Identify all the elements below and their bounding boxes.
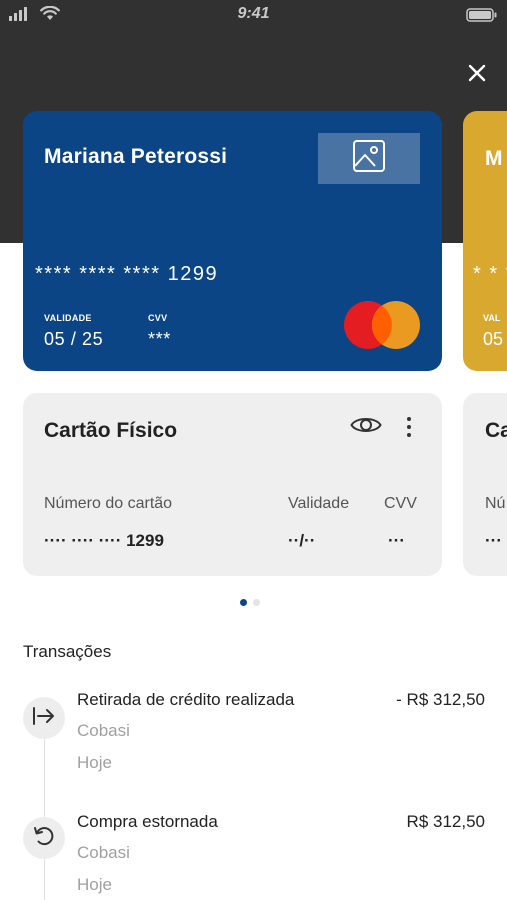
timeline-line	[44, 720, 45, 900]
card-validity-value: 05 / 25	[44, 329, 104, 349]
transaction-amount: - R$ 312,50	[396, 690, 485, 709]
carousel-pagination	[240, 599, 260, 606]
next-panel-title-fragment: Ca	[485, 419, 507, 442]
transaction-merchant: Cobasi	[77, 721, 130, 740]
card-number-value: ···· ···· ···· 1299	[44, 531, 164, 550]
card-cvv-label: CVV	[148, 313, 168, 323]
transaction-merchant: Cobasi	[77, 843, 130, 862]
eye-icon	[350, 414, 382, 441]
transactions-title: Transações	[23, 642, 112, 661]
transaction-date: Hoje	[77, 875, 112, 894]
validity-label: Validade	[288, 495, 350, 512]
image-icon	[352, 139, 386, 178]
close-icon	[467, 63, 487, 88]
status-bar: 9:41	[0, 0, 507, 32]
card-number: **** **** **** 1299	[35, 263, 219, 285]
more-vertical-icon	[407, 417, 411, 421]
mastercard-logo	[343, 300, 421, 350]
validity-value: ··/··	[288, 531, 316, 550]
card-photo-button[interactable]	[318, 133, 420, 184]
close-button[interactable]	[462, 60, 492, 90]
transaction-description[interactable]: Retirada de crédito realizada	[77, 690, 294, 710]
card-holder-name: Mariana Peterossi	[44, 145, 228, 168]
pagination-dot-2[interactable]	[253, 599, 260, 606]
transaction-date: Hoje	[77, 753, 112, 772]
next-panel-label-fragment: Nú	[485, 495, 506, 512]
cvv-value: ···	[388, 531, 405, 550]
refund-rotate-icon	[32, 824, 56, 853]
physical-card-panel: Cartão Físico Número do cartão ···· ····…	[23, 393, 442, 576]
card-number-label: Número do cartão	[44, 495, 173, 512]
next-panel-value-fragment: ···	[485, 531, 502, 550]
card-cvv-value: ***	[148, 329, 171, 349]
status-time: 9:41	[237, 5, 270, 22]
cvv-label: CVV	[384, 495, 417, 512]
show-details-button[interactable]	[349, 413, 383, 441]
next-card-value-fragment: 05	[483, 329, 504, 349]
next-card-label-fragment: VAL	[483, 313, 501, 323]
battery-icon	[466, 8, 498, 27]
transaction-icon-withdraw	[23, 697, 65, 739]
card-validity-label: VALIDADE	[44, 313, 92, 323]
next-card-number-fragment: * * *	[473, 263, 507, 285]
more-options-button[interactable]	[399, 413, 419, 441]
transaction-description[interactable]: Compra estornada	[77, 812, 218, 832]
next-card-peek[interactable]: M * * * VAL 05	[463, 111, 507, 371]
next-card-name-fragment: M	[485, 147, 503, 170]
physical-card-title: Cartão Físico	[44, 419, 178, 442]
transaction-icon-refund	[23, 817, 65, 859]
credit-card[interactable]: Mariana Peterossi **** **** **** 1299 VA…	[23, 111, 442, 371]
next-physical-card-peek[interactable]: Ca Nú ···	[463, 393, 507, 576]
pagination-dot-1[interactable]	[240, 599, 247, 606]
withdraw-arrow-icon	[32, 706, 56, 731]
transaction-amount: R$ 312,50	[406, 812, 485, 831]
